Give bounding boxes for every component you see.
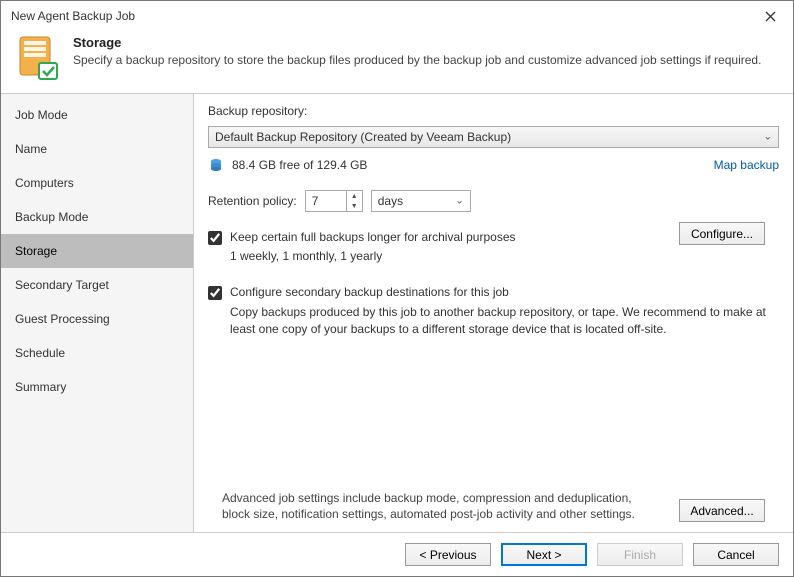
backup-repository-value: Default Backup Repository (Created by Ve… [215, 130, 511, 144]
sidebar: Job Mode Name Computers Backup Mode Stor… [1, 94, 194, 532]
spinner-up-icon[interactable]: ▲ [347, 191, 362, 201]
advanced-button[interactable]: Advanced... [679, 499, 765, 522]
keep-full-label: Keep certain full backups longer for arc… [230, 230, 516, 244]
retention-units-dropdown[interactable]: days ⌄ [371, 190, 471, 212]
map-backup-link[interactable]: Map backup [714, 158, 779, 172]
sidebar-item-schedule[interactable]: Schedule [1, 336, 193, 370]
sidebar-item-summary[interactable]: Summary [1, 370, 193, 404]
close-icon[interactable] [755, 1, 785, 31]
previous-button[interactable]: < Previous [405, 543, 491, 566]
backup-repository-dropdown[interactable]: Default Backup Repository (Created by Ve… [208, 126, 779, 148]
chevron-down-icon: ⌄ [455, 196, 463, 207]
disk-icon [208, 158, 224, 172]
titlebar: New Agent Backup Job [1, 1, 793, 31]
window-title: New Agent Backup Job [11, 9, 755, 23]
banner-subtitle: Specify a backup repository to store the… [73, 53, 761, 67]
advanced-description: Advanced job settings include backup mod… [222, 490, 649, 522]
cancel-button[interactable]: Cancel [693, 543, 779, 566]
retention-units-value: days [378, 194, 403, 208]
footer: < Previous Next > Finish Cancel [1, 532, 793, 576]
sidebar-item-backup-mode[interactable]: Backup Mode [1, 200, 193, 234]
sidebar-item-name[interactable]: Name [1, 132, 193, 166]
retention-label: Retention policy: [208, 194, 297, 208]
finish-button[interactable]: Finish [597, 543, 683, 566]
keep-full-schedule: 1 weekly, 1 monthly, 1 yearly [230, 249, 779, 263]
keep-full-checkbox[interactable] [208, 231, 222, 245]
sidebar-item-job-mode[interactable]: Job Mode [1, 98, 193, 132]
spinner-down-icon[interactable]: ▼ [347, 201, 362, 211]
retention-spinner[interactable]: 7 ▲ ▼ [305, 190, 363, 212]
free-space-text: 88.4 GB free of 129.4 GB [232, 158, 367, 172]
backup-repository-label: Backup repository: [208, 104, 779, 118]
secondary-destinations-label: Configure secondary backup destinations … [230, 285, 509, 299]
chevron-down-icon: ⌄ [764, 132, 772, 143]
banner-title: Storage [73, 35, 761, 50]
sidebar-item-guest-processing[interactable]: Guest Processing [1, 302, 193, 336]
storage-icon [15, 35, 61, 81]
next-button[interactable]: Next > [501, 543, 587, 566]
sidebar-item-storage[interactable]: Storage [1, 234, 193, 268]
sidebar-item-secondary-target[interactable]: Secondary Target [1, 268, 193, 302]
configure-button[interactable]: Configure... [679, 222, 765, 245]
secondary-destinations-checkbox[interactable] [208, 286, 222, 300]
sidebar-item-computers[interactable]: Computers [1, 166, 193, 200]
banner: Storage Specify a backup repository to s… [1, 31, 793, 93]
secondary-destinations-description: Copy backups produced by this job to ano… [230, 304, 779, 338]
retention-value: 7 [312, 194, 319, 208]
